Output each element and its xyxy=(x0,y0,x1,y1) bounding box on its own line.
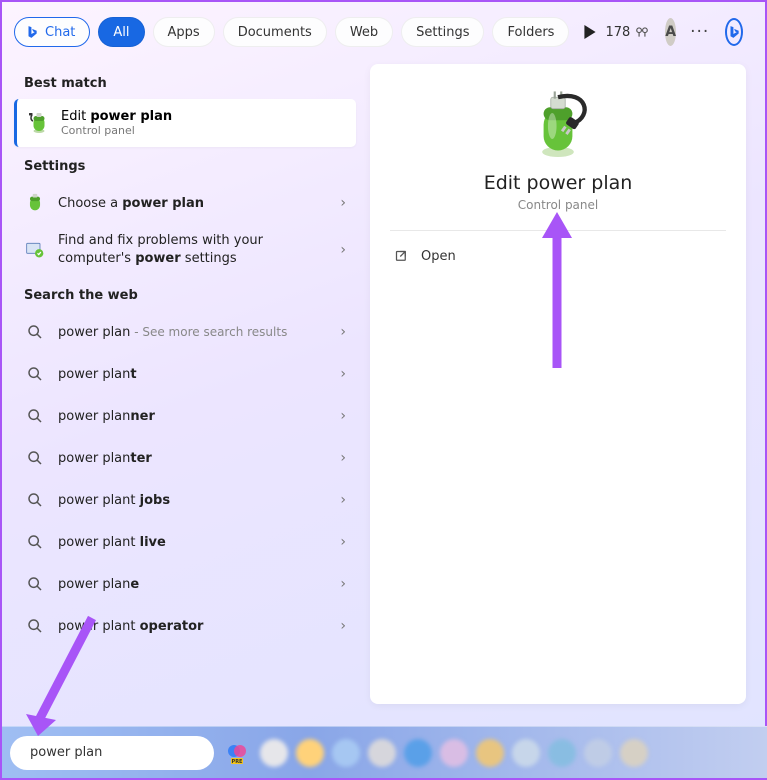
bing-icon xyxy=(25,25,39,39)
taskbar-app-icon[interactable] xyxy=(368,739,396,767)
chevron-right-icon: › xyxy=(340,195,346,211)
taskbar-app-icon[interactable] xyxy=(548,739,576,767)
open-label: Open xyxy=(421,249,456,264)
taskbar-app-icon[interactable] xyxy=(332,739,360,767)
bing-icon xyxy=(727,25,741,39)
more-tabs-button[interactable] xyxy=(583,22,597,42)
tab-apps[interactable]: Apps xyxy=(153,17,215,47)
chevron-right-icon: › xyxy=(340,408,346,424)
taskbar-app-icon[interactable] xyxy=(584,739,612,767)
settings-item-choose-power-plan[interactable]: Choose a power plan › xyxy=(14,182,356,224)
taskbar-app-icon[interactable] xyxy=(440,739,468,767)
suggestion-text: power plant xyxy=(58,367,328,382)
taskbar-app-icon[interactable] xyxy=(296,739,324,767)
open-action[interactable]: Open xyxy=(390,241,726,272)
web-search-suggestion[interactable]: power planner › xyxy=(14,395,356,437)
search-icon xyxy=(24,573,46,595)
taskbar-app-icon[interactable] xyxy=(620,739,648,767)
search-category-tabs: Chat All Apps Documents Web Settings Fol… xyxy=(14,14,734,50)
rewards-points[interactable]: 178 xyxy=(605,25,649,40)
best-match-result[interactable]: Edit power plan Control panel xyxy=(14,99,356,147)
best-match-title: Edit power plan xyxy=(61,109,172,125)
tab-documents[interactable]: Documents xyxy=(223,17,327,47)
search-icon xyxy=(24,321,46,343)
taskbar-app-icon[interactable] xyxy=(260,739,288,767)
web-search-suggestion[interactable]: power plan - See more search results › xyxy=(14,311,356,353)
points-value: 178 xyxy=(605,25,630,40)
tab-folders[interactable]: Folders xyxy=(492,17,569,47)
tab-web[interactable]: Web xyxy=(335,17,393,47)
chevron-right-icon: › xyxy=(340,450,346,466)
chevron-right-icon: › xyxy=(340,242,346,258)
chevron-right-icon: › xyxy=(340,492,346,508)
suggestion-text: power plant operator xyxy=(58,619,328,634)
suggestion-text: power planter xyxy=(58,451,328,466)
web-search-suggestion[interactable]: power plane › xyxy=(14,563,356,605)
search-icon xyxy=(24,363,46,385)
suggestion-text: power plant live xyxy=(58,535,328,550)
search-icon xyxy=(24,489,46,511)
web-search-suggestion[interactable]: power plant jobs › xyxy=(14,479,356,521)
tab-all[interactable]: All xyxy=(98,17,144,47)
detail-subtitle: Control panel xyxy=(390,198,726,212)
divider xyxy=(390,230,726,231)
search-icon xyxy=(24,405,46,427)
chevron-right-icon: › xyxy=(340,534,346,550)
web-search-suggestion[interactable]: power plant › xyxy=(14,353,356,395)
suggestion-text: power plan - See more search results xyxy=(58,325,328,340)
chevron-right-icon: › xyxy=(340,324,346,340)
web-search-suggestion[interactable]: power plant live › xyxy=(14,521,356,563)
chevron-right-icon: › xyxy=(340,618,346,634)
chevron-right-icon: › xyxy=(340,366,346,382)
results-left-column: Best match Edit power plan Control panel… xyxy=(14,64,356,647)
web-search-suggestion[interactable]: power plant operator › xyxy=(14,605,356,647)
result-detail-pane: Edit power plan Control panel Open xyxy=(370,64,746,704)
power-plan-icon xyxy=(27,111,51,135)
section-best-match-header: Best match xyxy=(14,64,356,99)
suggestion-text: power plant jobs xyxy=(58,493,328,508)
taskbar-search-input[interactable] xyxy=(30,745,200,760)
search-icon xyxy=(24,531,46,553)
chat-tab[interactable]: Chat xyxy=(14,17,90,47)
power-plan-icon xyxy=(24,192,46,214)
more-options-button[interactable]: ··· xyxy=(690,22,709,42)
copilot-preview-icon[interactable]: PRE xyxy=(222,738,252,768)
section-settings-header: Settings xyxy=(14,147,356,182)
bing-chat-button[interactable] xyxy=(725,18,743,46)
detail-title: Edit power plan xyxy=(390,172,726,194)
best-match-subtitle: Control panel xyxy=(61,124,172,137)
rewards-icon xyxy=(635,25,649,39)
tab-settings[interactable]: Settings xyxy=(401,17,484,47)
windows-taskbar: PRE xyxy=(2,726,767,778)
taskbar-app-icon[interactable] xyxy=(404,739,432,767)
settings-item-label: Choose a power plan xyxy=(58,196,328,211)
chat-tab-label: Chat xyxy=(45,25,75,40)
troubleshoot-icon xyxy=(24,239,46,261)
web-search-suggestion[interactable]: power planter › xyxy=(14,437,356,479)
chevron-right-icon: › xyxy=(340,576,346,592)
power-plan-large-icon xyxy=(522,90,594,162)
suggestion-text: power plane xyxy=(58,577,328,592)
settings-item-troubleshoot-power[interactable]: Find and fix problems with your computer… xyxy=(14,224,356,276)
taskbar-search-box[interactable] xyxy=(10,736,214,770)
section-search-web-header: Search the web xyxy=(14,276,356,311)
search-icon xyxy=(24,447,46,469)
svg-text:PRE: PRE xyxy=(232,759,244,765)
taskbar-app-icon[interactable] xyxy=(512,739,540,767)
open-icon xyxy=(394,249,409,264)
search-icon xyxy=(24,615,46,637)
settings-item-label: Find and fix problems with your computer… xyxy=(58,232,328,267)
suggestion-text: power planner xyxy=(58,409,328,424)
taskbar-app-icon[interactable] xyxy=(476,739,504,767)
user-avatar[interactable]: A xyxy=(665,18,676,46)
